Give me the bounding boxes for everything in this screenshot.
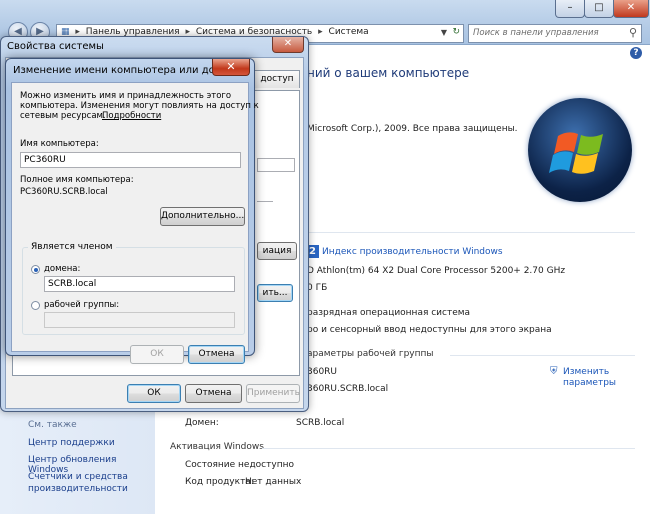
info-line-2: компьютера. Изменения могут повлиять на …	[20, 101, 259, 111]
search-icon[interactable]: ⚲	[629, 26, 637, 39]
domain-value: SCRB.local	[296, 418, 345, 428]
change-settings-link-1[interactable]: Изменить	[563, 367, 609, 377]
help-icon[interactable]: ?	[630, 47, 642, 59]
full-name-value: 360RU.SCRB.local	[307, 384, 389, 394]
section-divider	[262, 448, 635, 449]
change-button[interactable]: ить...	[257, 284, 293, 302]
info-line-1: Можно изменить имя и принадлежность этог…	[20, 91, 232, 101]
minimize-button[interactable]: –	[555, 0, 585, 18]
product-code-label: Код продукта:	[185, 477, 254, 487]
system-properties-title: Свойства системы	[7, 41, 104, 52]
rename-computer-dialog: Изменение имени компьютера или домена ✕ …	[5, 58, 259, 364]
product-code-value: Нет данных	[245, 477, 302, 487]
link-action-center[interactable]: Центр поддержки	[28, 438, 115, 448]
activation-status: Состояние недоступно	[185, 460, 294, 470]
processor-value: D Athlon(tm) 64 X2 Dual Core Processor 5…	[307, 266, 566, 276]
shield-icon: ⛨	[550, 366, 558, 377]
tab-remote[interactable]: доступ	[254, 70, 300, 88]
domain-label: Домен:	[185, 418, 219, 428]
full-name-label: Полное имя компьютера:	[20, 175, 134, 185]
system-type-value: разрядная операционная система	[307, 308, 471, 318]
description-field[interactable]	[257, 158, 295, 172]
memory-value: 0 ГБ	[307, 283, 328, 293]
identification-button[interactable]: иация	[257, 242, 297, 260]
refresh-icon[interactable]: ↻	[452, 27, 460, 37]
ok-button: ОК	[130, 345, 184, 364]
computer-name-value: 360RU	[307, 367, 338, 377]
workgroup-input	[44, 312, 235, 328]
close-button[interactable]: ✕	[272, 37, 304, 53]
section-divider	[450, 355, 635, 356]
breadcrumb-system[interactable]: Система	[329, 27, 369, 37]
name-field-edge	[257, 188, 273, 202]
copyright-text: Microsoft Corp.), 2009. Все права защище…	[307, 124, 518, 134]
see-also-heading: См. также	[28, 420, 77, 430]
info-line-3: сетевым ресурсам.	[20, 111, 106, 121]
page-title: ний о вашем компьютере	[307, 66, 470, 80]
activation-section-heading: Активация Windows	[170, 442, 264, 452]
section-divider	[307, 232, 635, 233]
cancel-button[interactable]: Отмена	[185, 384, 242, 403]
apply-button: Применить	[246, 384, 300, 403]
computer-name-input[interactable]: PC360RU	[20, 152, 241, 168]
rename-dialog-title: Изменение имени компьютера или домена	[13, 65, 242, 76]
domain-radio-label: домена:	[44, 264, 81, 274]
link-performance-1[interactable]: Счетчики и средства	[28, 472, 128, 482]
windows-logo	[528, 98, 632, 202]
ok-button[interactable]: ОК	[127, 384, 181, 403]
member-of-label: Является членом	[28, 242, 116, 252]
cancel-button[interactable]: Отмена	[188, 345, 245, 364]
change-settings-link-2[interactable]: параметры	[563, 378, 616, 388]
workgroup-section-heading: араметры рабочей группы	[307, 349, 434, 359]
pen-touch-value: ро и сенсорный ввод недоступны для этого…	[307, 325, 552, 335]
domain-radio[interactable]	[31, 265, 40, 274]
maximize-button[interactable]: □	[584, 0, 614, 18]
close-button[interactable]: ✕	[212, 59, 250, 76]
search-placeholder: Поиск в панели управления	[473, 28, 599, 38]
full-name-value: PC360RU.SCRB.local	[20, 187, 108, 197]
workgroup-radio-label: рабочей группы:	[44, 300, 120, 310]
more-button[interactable]: Дополнительно...	[160, 207, 245, 226]
domain-input[interactable]: SCRB.local	[44, 276, 235, 292]
chevron-down-icon[interactable]: ▼	[441, 28, 447, 37]
rename-dialog-body: Можно изменить имя и принадлежность этог…	[11, 82, 259, 364]
performance-index-link[interactable]: Индекс производительности Windows	[322, 247, 503, 257]
details-link[interactable]: Подробности	[102, 111, 161, 121]
close-button[interactable]: ✕	[613, 0, 649, 18]
computer-name-label: Имя компьютера:	[20, 139, 99, 149]
search-input[interactable]: Поиск в панели управления ⚲	[468, 24, 642, 43]
workgroup-radio[interactable]	[31, 301, 40, 310]
link-performance-2[interactable]: производительности	[28, 484, 128, 494]
